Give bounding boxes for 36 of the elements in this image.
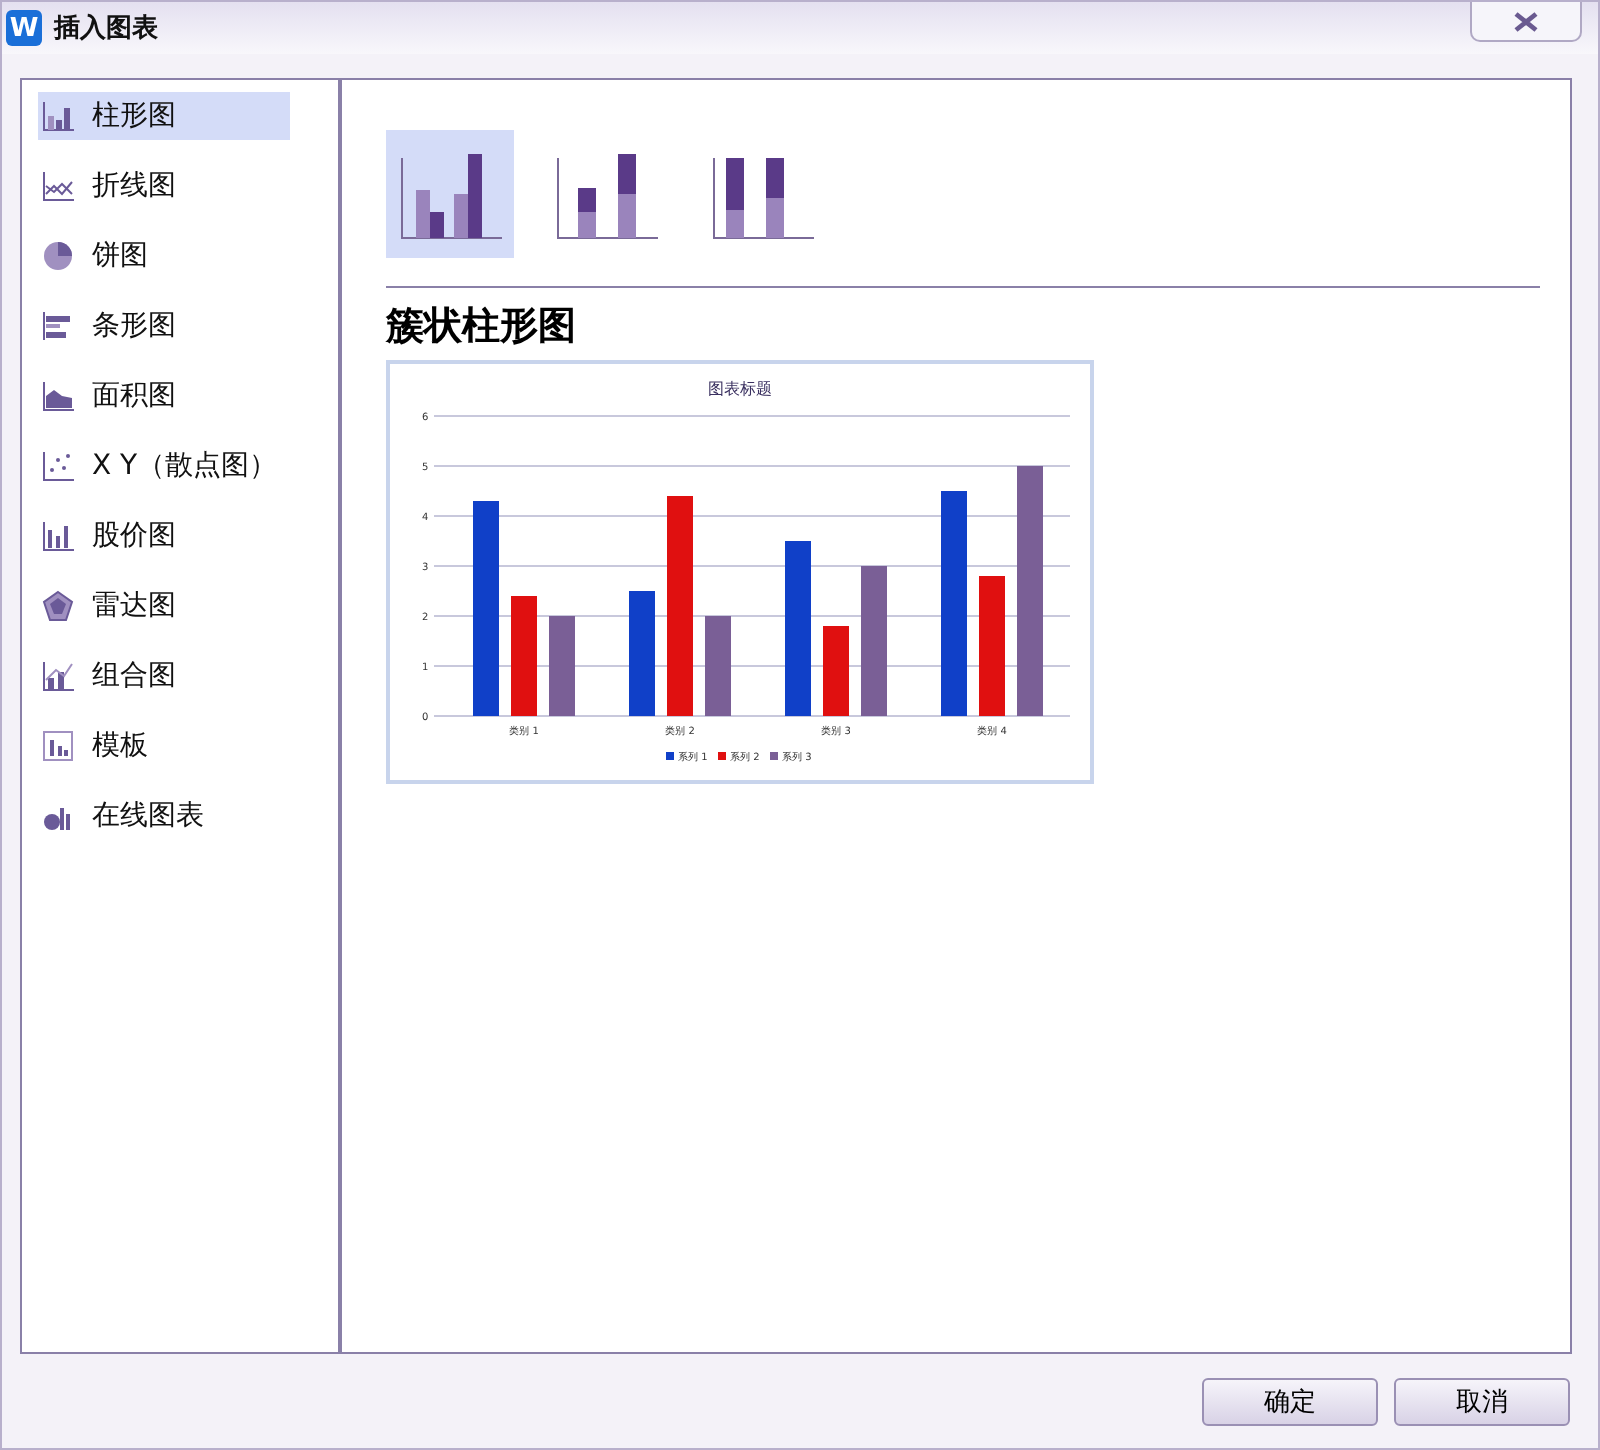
chart-type-item[interactable]: 模板	[38, 722, 290, 770]
chart-type-item[interactable]: 股价图	[38, 512, 290, 560]
combo-chart-icon	[42, 660, 76, 692]
template-chart-icon	[42, 730, 76, 762]
close-icon	[1514, 11, 1538, 31]
area-chart-icon	[42, 380, 76, 412]
bar-chart-icon	[42, 310, 76, 342]
app-icon: W	[6, 10, 42, 46]
chart-type-item[interactable]: 折线图	[38, 162, 290, 210]
chart-type-item[interactable]: 饼图	[38, 232, 290, 280]
dialog-button[interactable]: 确定	[1202, 1378, 1378, 1426]
bar	[823, 626, 849, 716]
bar	[979, 576, 1005, 716]
chart-type-item[interactable]: X Y（散点图）	[38, 442, 290, 490]
window-title: 插入图表	[54, 11, 158, 46]
bar	[511, 596, 537, 716]
chart-type-item[interactable]: 柱形图	[38, 92, 290, 140]
scatter-chart-icon	[42, 450, 76, 482]
bar	[629, 591, 655, 716]
close-button[interactable]	[1470, 2, 1582, 42]
chart-subtype-option[interactable]	[386, 130, 514, 258]
bar	[705, 616, 731, 716]
bar	[549, 616, 575, 716]
chart-title: 图表标题	[708, 380, 772, 398]
line-chart-icon	[42, 170, 76, 202]
chart-type-item[interactable]: 组合图	[38, 652, 290, 700]
radar-chart-icon	[42, 590, 76, 622]
chart-type-heading: 簇状柱形图	[386, 302, 578, 352]
chart-type-item[interactable]: 面积图	[38, 372, 290, 420]
stock-chart-icon	[42, 520, 76, 552]
chart-type-item[interactable]: 条形图	[38, 302, 290, 350]
dialog-button[interactable]: 取消	[1394, 1378, 1570, 1426]
column-chart-icon	[42, 100, 76, 132]
chart-type-item[interactable]: 在线图表	[38, 792, 290, 840]
chart-type-item[interactable]: 雷达图	[38, 582, 290, 630]
pie-chart-icon	[42, 240, 76, 272]
